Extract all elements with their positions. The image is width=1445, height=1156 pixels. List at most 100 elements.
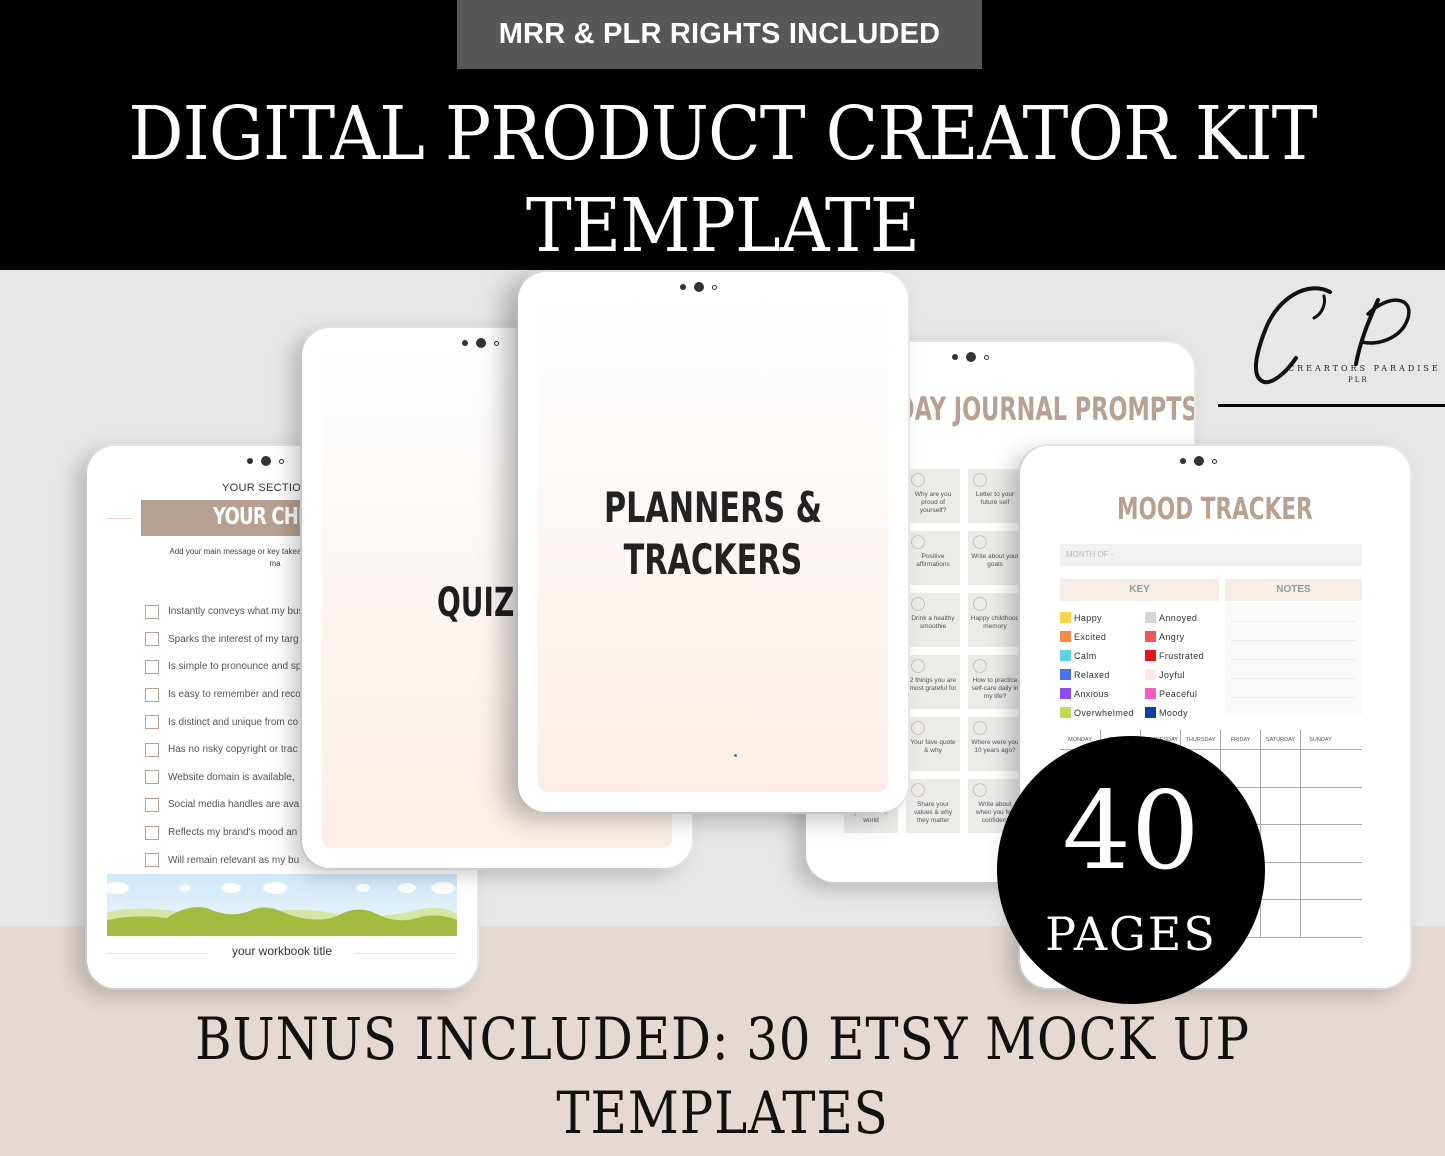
mood-key-item: Calm [1060, 646, 1134, 665]
calendar-day-cell[interactable] [1260, 862, 1300, 899]
calendar-day-cell[interactable] [1300, 825, 1340, 862]
checkbox[interactable] [145, 825, 159, 840]
journal-prompt-text: Happy childhood memory [970, 615, 1020, 630]
journal-prompt-text: Share your values & why they matter [913, 801, 953, 824]
camera-icon [462, 338, 499, 348]
journal-prompt-card: Where were you 10 years ago? [968, 717, 1022, 771]
checkbox[interactable] [145, 604, 159, 619]
brand-name: CREARTORS PARADISE [1288, 364, 1441, 373]
journal-prompt-card: Letter to your future self [968, 469, 1022, 523]
checkbox-circle[interactable] [911, 721, 925, 735]
checklist-item[interactable]: Instantly conveys what my bus [145, 598, 304, 626]
calendar-day-cell[interactable] [1300, 787, 1340, 824]
checklist-item-label: Is distinct and unique from co [168, 716, 299, 728]
weekday-header: SATURDAY [1260, 730, 1300, 749]
checkbox-circle[interactable] [973, 659, 987, 673]
color-swatch [1145, 688, 1156, 699]
divider [107, 518, 133, 519]
logo-underline [1218, 404, 1445, 407]
checklist-item[interactable]: Social media handles are ava [145, 791, 304, 819]
checklist-item-label: Social media handles are ava [168, 799, 300, 811]
calendar-day-cell[interactable] [1260, 787, 1300, 824]
planners-title-line-1: PLANNERS & [603, 483, 823, 532]
checkbox-circle[interactable] [911, 783, 925, 797]
notes-area [1225, 603, 1362, 715]
checkbox[interactable] [145, 659, 159, 674]
pages-number: 40 [1062, 769, 1200, 894]
checklist-item[interactable]: Has no risky copyright or trac [145, 736, 304, 764]
checklist-item[interactable]: Will remain relevant as my bu [145, 846, 304, 874]
checkbox-circle[interactable] [911, 659, 925, 673]
key-header: KEY [1060, 579, 1219, 601]
weekday-header: THURSDAY [1180, 730, 1220, 749]
checklist-item-label: Will remain relevant as my bu [168, 854, 300, 866]
calendar-day-cell[interactable] [1260, 900, 1300, 937]
mood-key-label: Overwhelmed [1074, 707, 1134, 718]
calendar-day-cell[interactable] [1300, 900, 1340, 937]
journal-prompt-card: Write about your goals [968, 531, 1022, 585]
checkbox[interactable] [145, 687, 159, 702]
checkbox-circle[interactable] [911, 535, 925, 549]
camera-icon [1180, 456, 1217, 466]
weekday-header: SUNDAY [1300, 730, 1340, 749]
brand-logo: CREARTORS PARADISE PLR [1218, 278, 1445, 410]
color-swatch [1145, 707, 1156, 718]
journal-prompt-card: Drink a healthy smoothie [906, 593, 960, 647]
mood-key-label: Anxious [1074, 688, 1109, 699]
checklist-item[interactable]: Is distinct and unique from co [145, 708, 304, 736]
calendar-day-cell[interactable] [1260, 750, 1300, 787]
calendar-day-cell[interactable] [1260, 825, 1300, 862]
page-indicator-dot [734, 754, 737, 757]
checkbox[interactable] [145, 715, 159, 730]
camera-icon [952, 352, 989, 362]
color-swatch [1145, 612, 1156, 623]
checkbox[interactable] [145, 853, 159, 868]
checkbox-circle[interactable] [911, 597, 925, 611]
checklist-item-label: Is easy to remember and reco [168, 689, 301, 701]
checkbox-circle[interactable] [973, 721, 987, 735]
checklist-item[interactable]: Website domain is available, [145, 764, 304, 792]
checklist-item[interactable]: Is simple to pronounce and sp [145, 653, 304, 681]
title-line-1: DIGITAL PRODUCT CREATOR KIT [128, 91, 1317, 177]
checklist-item-label: Has no risky copyright or trac [168, 744, 298, 756]
bonus-banner: BUNUS INCLUDED: 30 ETSY MOCK UP TEMPLATE… [0, 1002, 1445, 1150]
checklist-item[interactable]: Reflects my brand's mood an [145, 819, 304, 847]
color-swatch [1060, 631, 1071, 642]
color-swatch [1145, 650, 1156, 661]
checklist-item[interactable]: Is easy to remember and reco [145, 681, 304, 709]
checklist: Instantly conveys what my bus Sparks the … [145, 598, 304, 874]
color-swatch [1060, 707, 1071, 718]
journal-prompt-card: Share your values & why they matter [906, 779, 960, 833]
journal-prompt-text: Where were you 10 years ago? [971, 739, 1019, 754]
checkbox-circle[interactable] [973, 597, 987, 611]
checklist-item-label: Is simple to pronounce and sp [168, 661, 302, 673]
color-swatch [1060, 650, 1071, 661]
mood-key-item: Annoyed [1145, 608, 1204, 627]
mood-key-left: Happy Excited Calm Relaxed Anxious Overwhelme… [1060, 608, 1134, 722]
mood-key-item: Anxious [1060, 684, 1134, 703]
planners-title: PLANNERS & TRACKERS [538, 482, 888, 586]
calendar-day-cell[interactable] [1300, 750, 1340, 787]
landscape-illustration [107, 874, 457, 936]
journal-prompt-text: Positive affirmations [916, 553, 950, 568]
mood-key-label: Joyful [1159, 669, 1185, 680]
color-swatch [1145, 631, 1156, 642]
workbook-title: your workbook title [231, 944, 333, 958]
checkbox[interactable] [145, 770, 159, 785]
notes-header: NOTES [1225, 579, 1362, 601]
tablet-planners: PLANNERS & TRACKERS [518, 272, 908, 812]
mood-key-item: Peaceful [1145, 684, 1204, 703]
checkbox-circle[interactable] [973, 473, 987, 487]
journal-prompt-text: Write about your goals [971, 553, 1019, 568]
journal-title: DAY JOURNAL PROMPTS [896, 390, 1194, 428]
checkbox[interactable] [145, 797, 159, 812]
checkbox-circle[interactable] [911, 473, 925, 487]
calendar-day-cell[interactable] [1300, 862, 1340, 899]
checkbox[interactable] [145, 632, 159, 647]
checkbox[interactable] [145, 742, 159, 757]
checklist-item[interactable]: Sparks the interest of my targ [145, 626, 304, 654]
mood-key-item: Joyful [1145, 665, 1204, 684]
checkbox-circle[interactable] [973, 535, 987, 549]
camera-icon [247, 456, 284, 466]
checkbox-circle[interactable] [973, 783, 987, 797]
